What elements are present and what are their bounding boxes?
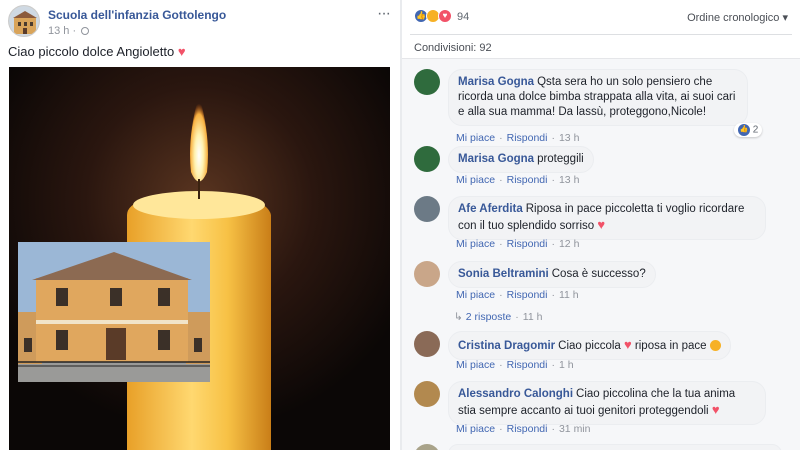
reply-button[interactable]: Rispondi	[507, 289, 548, 301]
love-icon: ♥	[438, 9, 452, 23]
reply-button[interactable]: Rispondi	[507, 423, 548, 435]
more-options-button[interactable]: ···	[377, 5, 391, 23]
comment-text: Cosa è successo?	[551, 268, 646, 280]
comment-actions: Mi piace · Rispondi · 13 h	[456, 132, 580, 144]
avatar[interactable]	[414, 146, 440, 172]
post-timestamp[interactable]: 13 h ·	[48, 25, 90, 37]
replies-time: 11 h	[522, 311, 543, 323]
reactions-bar: 👍 ♥ 94 Ordine cronologico ▾	[402, 0, 800, 34]
comment-bubble: Afe Aferdita Riposa in pace piccoletta ti…	[448, 196, 766, 240]
like-button[interactable]: Mi piace	[456, 174, 495, 186]
avatar[interactable]	[414, 381, 440, 407]
comment-text: proteggili	[537, 153, 584, 165]
comment-actions: Mi piace · Rispondi · 13 h	[456, 174, 580, 186]
reply-button[interactable]: Rispondi	[507, 174, 548, 186]
comment-author[interactable]: Sonia Beltramini	[458, 268, 549, 280]
comment-like-badge[interactable]: 👍 2	[734, 123, 763, 137]
comment-author[interactable]: Alessandro Calonghi	[458, 388, 573, 400]
reply-arrow-icon: ↳	[454, 311, 463, 323]
comment-time[interactable]: 13 h	[559, 132, 579, 144]
like-icon: 👍	[738, 124, 750, 136]
reply-button[interactable]: Rispondi	[507, 359, 548, 371]
post-text: Ciao piccolo dolce Angioletto ♥	[8, 44, 186, 59]
heart-icon: ♥	[177, 44, 186, 59]
post-header: Scuola dell'infanzia Gottolengo 13 h · ·…	[8, 5, 392, 39]
shares-count[interactable]: Condivisioni: 92	[414, 42, 492, 54]
comment-author[interactable]: Afe Aferdita	[458, 203, 523, 215]
comment-bubble: Alessandro Calonghi Ciao piccolina che la…	[448, 381, 766, 425]
avatar[interactable]	[414, 69, 440, 95]
comment-actions: Mi piace · Rispondi · 31 min	[456, 423, 591, 435]
comment-author[interactable]: Cristina Dragomir	[458, 340, 555, 352]
post-card: Scuola dell'infanzia Gottolengo 13 h · ·…	[0, 0, 400, 450]
avatar[interactable]	[414, 331, 440, 357]
like-count: 2	[752, 124, 759, 136]
comment-time[interactable]: 1 h	[559, 359, 574, 371]
like-button[interactable]: Mi piace	[456, 423, 495, 435]
globe-icon	[81, 27, 90, 36]
avatar[interactable]	[414, 196, 440, 222]
comments-panel: 👍 ♥ 94 Ordine cronologico ▾ Condivisioni…	[402, 0, 800, 450]
replies-count[interactable]: 2 risposte	[466, 311, 512, 323]
post-time-text: 13 h	[48, 25, 70, 37]
comment-bubble: Sonia Beltramini Cosa è successo?	[448, 261, 656, 288]
comment-actions: Mi piace · Rispondi · 1 h	[456, 359, 574, 371]
comment-time[interactable]: 13 h	[559, 174, 579, 186]
page-avatar[interactable]	[8, 5, 40, 37]
like-button[interactable]: Mi piace	[456, 289, 495, 301]
comment-bubble: Cristina Dragomir Ciao piccola ♥ riposa i…	[448, 331, 731, 360]
comment-time[interactable]: 12 h	[559, 238, 579, 250]
reply-button[interactable]: Rispondi	[507, 132, 548, 144]
comment-author[interactable]: Marisa Gogna	[458, 153, 534, 165]
comment-bubble: Marisa Gogna Qsta sera ho un solo pensier…	[448, 69, 748, 126]
reply-button[interactable]: Rispondi	[507, 238, 548, 250]
crying-emoji-icon	[709, 340, 721, 351]
heart-icon: ♥	[624, 337, 632, 352]
like-button[interactable]: Mi piace	[456, 359, 495, 371]
facebook-post-view: Scuola dell'infanzia Gottolengo 13 h · ·…	[0, 0, 800, 450]
comment-actions: Mi piace · Rispondi · 11 h	[456, 289, 579, 301]
comment-time[interactable]: 11 h	[559, 289, 579, 301]
comment-text-end: riposa in pace	[634, 340, 707, 352]
post-message: Ciao piccolo dolce Angioletto	[8, 44, 175, 59]
comment-text-start: Ciao piccola	[558, 340, 621, 352]
comment-time[interactable]: 31 min	[559, 423, 591, 435]
heart-icon: ♥	[597, 217, 606, 232]
like-button[interactable]: Mi piace	[456, 132, 495, 144]
school-building-photo	[18, 242, 210, 382]
avatar[interactable]	[414, 261, 440, 287]
like-button[interactable]: Mi piace	[456, 238, 495, 250]
separator	[410, 34, 792, 35]
view-replies-link[interactable]: ↳ 2 risposte · 11 h	[454, 311, 542, 323]
heart-icon: ♥	[711, 402, 720, 417]
comment-bubble: Marisa Gogna proteggili	[448, 146, 594, 173]
comments-list: Marisa Gogna Qsta sera ho un solo pensier…	[402, 58, 800, 450]
comment-author[interactable]: Marisa Gogna	[458, 76, 534, 88]
comment-actions: Mi piace · Rispondi · 12 h	[456, 238, 580, 250]
reaction-count[interactable]: 94	[457, 11, 469, 23]
sort-order-dropdown[interactable]: Ordine cronologico ▾	[687, 11, 788, 24]
page-name-link[interactable]: Scuola dell'infanzia Gottolengo	[48, 8, 226, 22]
comment-bubble	[448, 444, 782, 450]
